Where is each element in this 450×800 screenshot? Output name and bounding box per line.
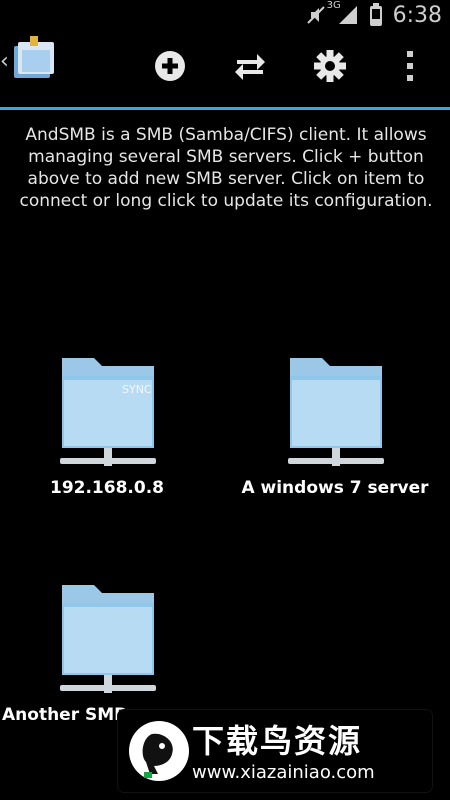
battery-icon [369, 3, 383, 27]
sync-badge: SYNC [122, 383, 152, 396]
overflow-menu-icon [407, 51, 413, 81]
action-bar [0, 30, 450, 110]
transfer-icon [235, 54, 265, 80]
network-type: 3G [326, 0, 341, 11]
app-logo-icon: ‹ [0, 36, 54, 78]
watermark-title: 下载鸟资源 [192, 722, 363, 760]
server-name: A windows 7 server [241, 478, 429, 498]
server-item-192-168-0-8[interactable]: SYNC 192.168.0.8 [12, 348, 202, 518]
server-name: 192.168.0.8 [49, 478, 164, 498]
add-button[interactable] [150, 46, 190, 86]
server-item-a-windows-7-server[interactable]: A windows 7 server [240, 348, 430, 518]
settings-icon [314, 50, 346, 82]
mute-icon [305, 4, 327, 26]
overflow-menu-button[interactable] [390, 46, 430, 86]
smb-folder-icon [60, 585, 156, 693]
svg-text:‹: ‹ [0, 49, 9, 74]
help-description: AndSMB is a SMB (Samba/CIFS) client. It … [19, 125, 433, 211]
signal-icon: 3G [327, 0, 359, 26]
status-time: 6:38 [392, 2, 442, 28]
watermark-url: www.xiazainiao.com [192, 762, 375, 783]
action-bar-underline [0, 107, 450, 110]
app-home-button[interactable]: ‹ [0, 30, 60, 80]
status-bar: 3G 6:38 [0, 0, 450, 30]
smb-folder-icon: SYNC [60, 358, 156, 466]
watermark-overlay: 下载鸟资源 www.xiazainiao.com [118, 710, 432, 792]
transfer-button[interactable] [230, 46, 270, 86]
add-icon [155, 51, 185, 81]
settings-button[interactable] [310, 46, 350, 86]
smb-folder-icon [288, 358, 384, 466]
site-logo-icon [129, 721, 189, 781]
